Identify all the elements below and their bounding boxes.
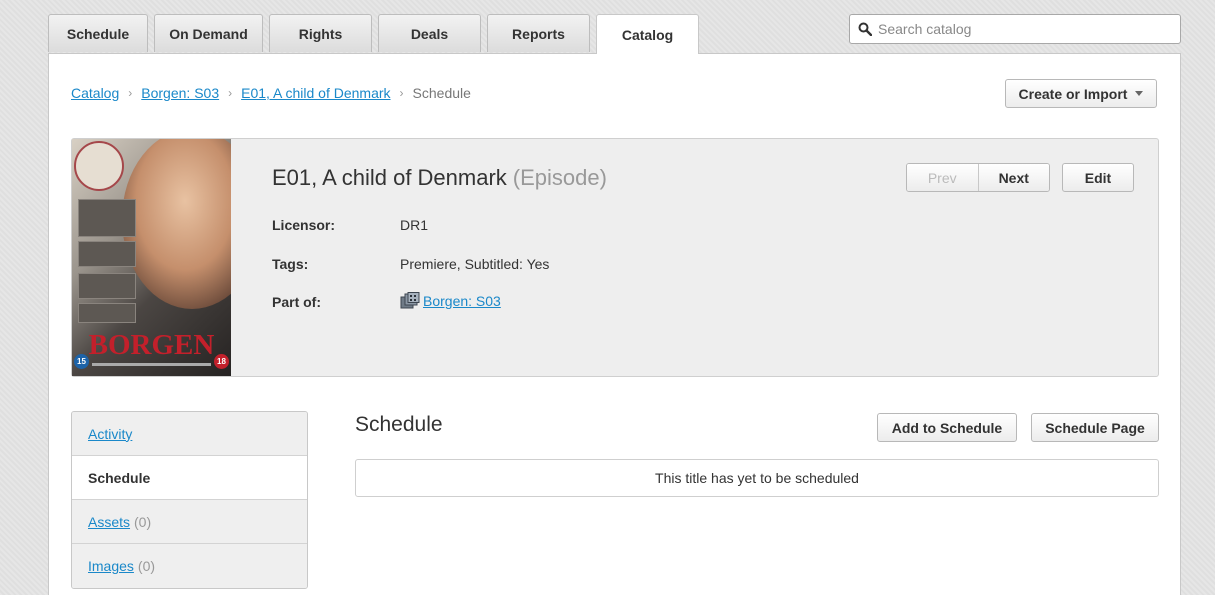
search-icon [858,22,872,36]
tab-catalog[interactable]: Catalog [596,14,699,54]
breadcrumb-separator: › [399,86,404,100]
main-tabs: Schedule On Demand Rights Deals Reports … [48,14,705,54]
tags-value: Premiere, Subtitled: Yes [400,256,550,272]
tab-schedule[interactable]: Schedule [48,14,148,52]
series-icon [400,292,420,309]
side-item-schedule[interactable]: Schedule [72,456,307,500]
title-info-box: BORGEN 15 18 E01, A child of Denmark (Epi… [71,138,1159,377]
breadcrumb-catalog[interactable]: Catalog [71,85,119,101]
create-import-button[interactable]: Create or Import [1005,79,1157,108]
side-item-schedule-label: Schedule [88,469,151,486]
breadcrumb-episode[interactable]: E01, A child of Denmark [241,85,390,101]
rating-badge-icon: 18 [214,354,229,369]
breadcrumb: Catalog › Borgen: S03 › E01, A child of … [71,85,471,101]
tab-on-demand[interactable]: On Demand [154,14,263,52]
breadcrumb-separator: › [128,86,133,100]
add-to-schedule-button[interactable]: Add to Schedule [877,413,1017,442]
breadcrumb-separator: › [228,86,233,100]
schedule-empty-message: This title has yet to be scheduled [355,459,1159,497]
side-item-assets[interactable]: Assets (0) [72,500,307,544]
prev-next-group: Prev Next [906,163,1050,192]
tags-label: Tags: [272,256,309,272]
side-item-images[interactable]: Images (0) [72,544,307,588]
licensor-label: Licensor: [272,217,336,233]
schedule-heading: Schedule [355,413,443,436]
part-of-label: Part of: [272,294,321,310]
catalog-panel: Catalog › Borgen: S03 › E01, A child of … [48,53,1181,595]
part-of-value: Borgen: S03 [400,292,501,309]
poster-image: BORGEN 15 18 [72,139,231,376]
search-placeholder: Search catalog [878,21,972,37]
images-count: (0) [137,558,156,574]
side-menu: Activity Schedule Assets (0) Images (0) [71,411,308,589]
tab-rights[interactable]: Rights [269,14,372,52]
assets-count: (0) [134,513,152,530]
edit-button[interactable]: Edit [1062,163,1134,192]
prev-button[interactable]: Prev [907,164,979,191]
search-input[interactable]: Search catalog [849,14,1181,44]
side-item-assets-link[interactable]: Assets [88,514,130,530]
side-item-activity-link[interactable]: Activity [88,426,132,442]
title-name: E01, A child of Denmark [272,165,507,190]
poster-logo: BORGEN [88,329,215,361]
rating-badge-icon: 15 [74,354,89,369]
tab-reports[interactable]: Reports [487,14,590,52]
tab-deals[interactable]: Deals [378,14,481,52]
next-button[interactable]: Next [978,164,1049,191]
schedule-page-button[interactable]: Schedule Page [1031,413,1159,442]
seal-icon [74,141,124,191]
part-of-link[interactable]: Borgen: S03 [423,293,501,309]
side-item-activity[interactable]: Activity [72,412,307,456]
licensor-value: DR1 [400,217,429,233]
title-kind: (Episode) [512,165,607,190]
side-item-images-link[interactable]: Images [88,558,134,574]
page-title: E01, A child of Denmark (Episode) [272,165,607,191]
breadcrumb-current: Schedule [412,85,471,101]
caret-down-icon [1135,91,1144,96]
create-import-label: Create or Import [1018,85,1128,102]
breadcrumb-series[interactable]: Borgen: S03 [141,85,219,101]
